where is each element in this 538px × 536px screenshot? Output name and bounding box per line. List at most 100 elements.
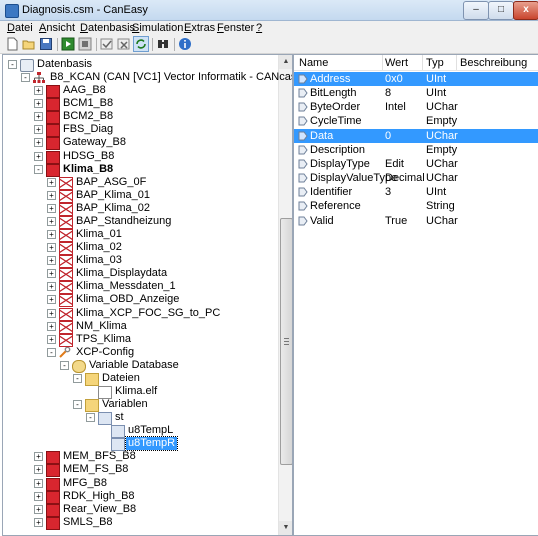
menu-datenbasis[interactable]: Datenbasis: [80, 22, 135, 34]
menu-help[interactable]: ?: [256, 22, 262, 34]
save-icon[interactable]: [39, 37, 53, 51]
property-row[interactable]: Address 0x0 UInt: [294, 72, 538, 86]
tree-node[interactable]: u8TempR: [3, 436, 277, 452]
scroll-thumb[interactable]: [280, 218, 292, 465]
menu-fenster[interactable]: Fenster: [217, 22, 254, 34]
tree-node[interactable]: + Klima_Displaydata: [3, 267, 277, 282]
tree-node[interactable]: - Klima_B8: [3, 163, 277, 177]
tree-node[interactable]: + MFG_B8: [3, 477, 277, 491]
tree-node[interactable]: + Rear_View_B8: [3, 503, 277, 517]
tree-node[interactable]: + BAP_Standheizung: [3, 215, 277, 229]
collapse-toggle[interactable]: -: [47, 347, 56, 357]
maximize-button[interactable]: □: [488, 1, 514, 20]
tree-node[interactable]: + Klima_XCP_FOC_SG_to_PC: [3, 307, 277, 321]
menu-simulation[interactable]: Simulation: [132, 22, 183, 34]
tree-node[interactable]: + TPS_Klima: [3, 333, 277, 347]
property-row[interactable]: Identifier 3 UInt: [294, 185, 538, 199]
expand-toggle[interactable]: +: [34, 112, 43, 122]
collapse-toggle[interactable]: -: [34, 164, 43, 174]
property-value[interactable]: Decimal: [385, 171, 425, 185]
tree-node[interactable]: + Klima_01: [3, 228, 277, 243]
expand-toggle[interactable]: +: [47, 256, 56, 266]
property-value[interactable]: Edit: [385, 157, 404, 171]
check-x-icon[interactable]: [117, 37, 131, 51]
tree-node[interactable]: - Variable Database: [3, 359, 277, 373]
menu-extras[interactable]: Extras: [184, 22, 215, 34]
property-row[interactable]: ByteOrder Intel UChar: [294, 100, 538, 114]
collapse-toggle[interactable]: -: [73, 400, 82, 410]
expand-toggle[interactable]: +: [34, 86, 43, 96]
property-value[interactable]: 3: [385, 185, 391, 199]
expand-toggle[interactable]: +: [34, 125, 43, 135]
column-header-name[interactable]: Name: [299, 57, 328, 69]
expand-toggle[interactable]: +: [47, 334, 56, 344]
expand-toggle[interactable]: +: [34, 465, 43, 475]
tree-node[interactable]: + RDK_High_B8: [3, 490, 277, 504]
property-row[interactable]: Valid True UChar: [294, 214, 538, 228]
expand-toggle[interactable]: +: [47, 203, 56, 213]
tree-node[interactable]: Klima.elf: [3, 385, 277, 399]
tree-node[interactable]: u8TempL: [3, 424, 277, 439]
check-icon[interactable]: [100, 37, 114, 51]
expand-toggle[interactable]: +: [47, 243, 56, 253]
expand-toggle[interactable]: +: [47, 230, 56, 240]
tree-node[interactable]: + MEM_BFS_B8: [3, 450, 277, 465]
expand-toggle[interactable]: +: [34, 517, 43, 527]
tree-node[interactable]: - Datenbasis: [3, 58, 277, 72]
info-icon[interactable]: [178, 37, 192, 51]
collapse-toggle[interactable]: -: [8, 60, 17, 69]
stop-simulation-icon[interactable]: [78, 37, 92, 51]
expand-toggle[interactable]: +: [34, 504, 43, 514]
tree-node[interactable]: - st: [3, 411, 277, 426]
expand-toggle[interactable]: +: [34, 452, 43, 462]
menu-ansicht[interactable]: Ansicht: [39, 22, 75, 34]
expand-toggle[interactable]: +: [47, 308, 56, 318]
tree-node[interactable]: + BCM1_B8: [3, 97, 277, 112]
tree-node[interactable]: + BCM2_B8: [3, 110, 277, 125]
expand-toggle[interactable]: +: [34, 138, 43, 148]
collapse-toggle[interactable]: -: [21, 73, 30, 83]
property-row[interactable]: CycleTime Empty: [294, 114, 538, 128]
binoculars-icon[interactable]: [156, 37, 170, 51]
refresh-icon[interactable]: [133, 36, 149, 52]
scroll-down-arrow[interactable]: ▼: [279, 521, 292, 535]
tree-node[interactable]: + SMLS_B8: [3, 516, 277, 530]
close-button[interactable]: x: [513, 1, 538, 20]
tree-node[interactable]: - XCP-Config: [3, 346, 277, 359]
tree-node[interactable]: - Variablen: [3, 398, 277, 413]
tree-node[interactable]: + BAP_Klima_01: [3, 189, 277, 203]
collapse-toggle[interactable]: -: [60, 360, 69, 370]
tree-node[interactable]: + BAP_Klima_02: [3, 202, 277, 216]
column-header-wert[interactable]: Wert: [385, 57, 408, 69]
tree-node[interactable]: + FBS_Diag: [3, 123, 277, 138]
open-folder-icon[interactable]: [22, 37, 36, 51]
tree-node[interactable]: + BAP_ASG_0F: [3, 176, 277, 190]
expand-toggle[interactable]: +: [47, 177, 56, 187]
property-row[interactable]: Description Empty: [294, 143, 538, 157]
expand-toggle[interactable]: +: [47, 321, 56, 331]
minimize-button[interactable]: –: [463, 1, 489, 20]
property-value[interactable]: 0: [385, 129, 391, 143]
property-row[interactable]: Reference String: [294, 199, 538, 213]
expand-toggle[interactable]: +: [34, 478, 43, 488]
property-value[interactable]: True: [385, 214, 407, 228]
property-value[interactable]: Intel: [385, 100, 406, 114]
property-value[interactable]: 8: [385, 86, 391, 100]
tree-node[interactable]: + Klima_02: [3, 241, 277, 256]
menu-datei[interactable]: Datei: [7, 22, 33, 34]
expand-toggle[interactable]: +: [34, 151, 43, 161]
expand-toggle[interactable]: +: [47, 282, 56, 292]
expand-toggle[interactable]: +: [47, 295, 56, 305]
tree-node[interactable]: + MEM_FS_B8: [3, 463, 277, 478]
tree-node[interactable]: - Dateien: [3, 372, 277, 386]
tree-node[interactable]: + Klima_03: [3, 254, 277, 269]
expand-toggle[interactable]: +: [34, 491, 43, 501]
property-value[interactable]: 0x0: [385, 72, 403, 86]
expand-toggle[interactable]: +: [47, 216, 56, 226]
expand-toggle[interactable]: +: [34, 99, 43, 109]
collapse-toggle[interactable]: -: [73, 373, 82, 383]
tree-node[interactable]: + Klima_OBD_Anzeige: [3, 293, 277, 308]
tree-scrollbar[interactable]: ▲ ▼: [278, 55, 292, 535]
tree-node[interactable]: + HDSG_B8: [3, 150, 277, 164]
property-row[interactable]: Data 0 UChar: [294, 128, 538, 143]
